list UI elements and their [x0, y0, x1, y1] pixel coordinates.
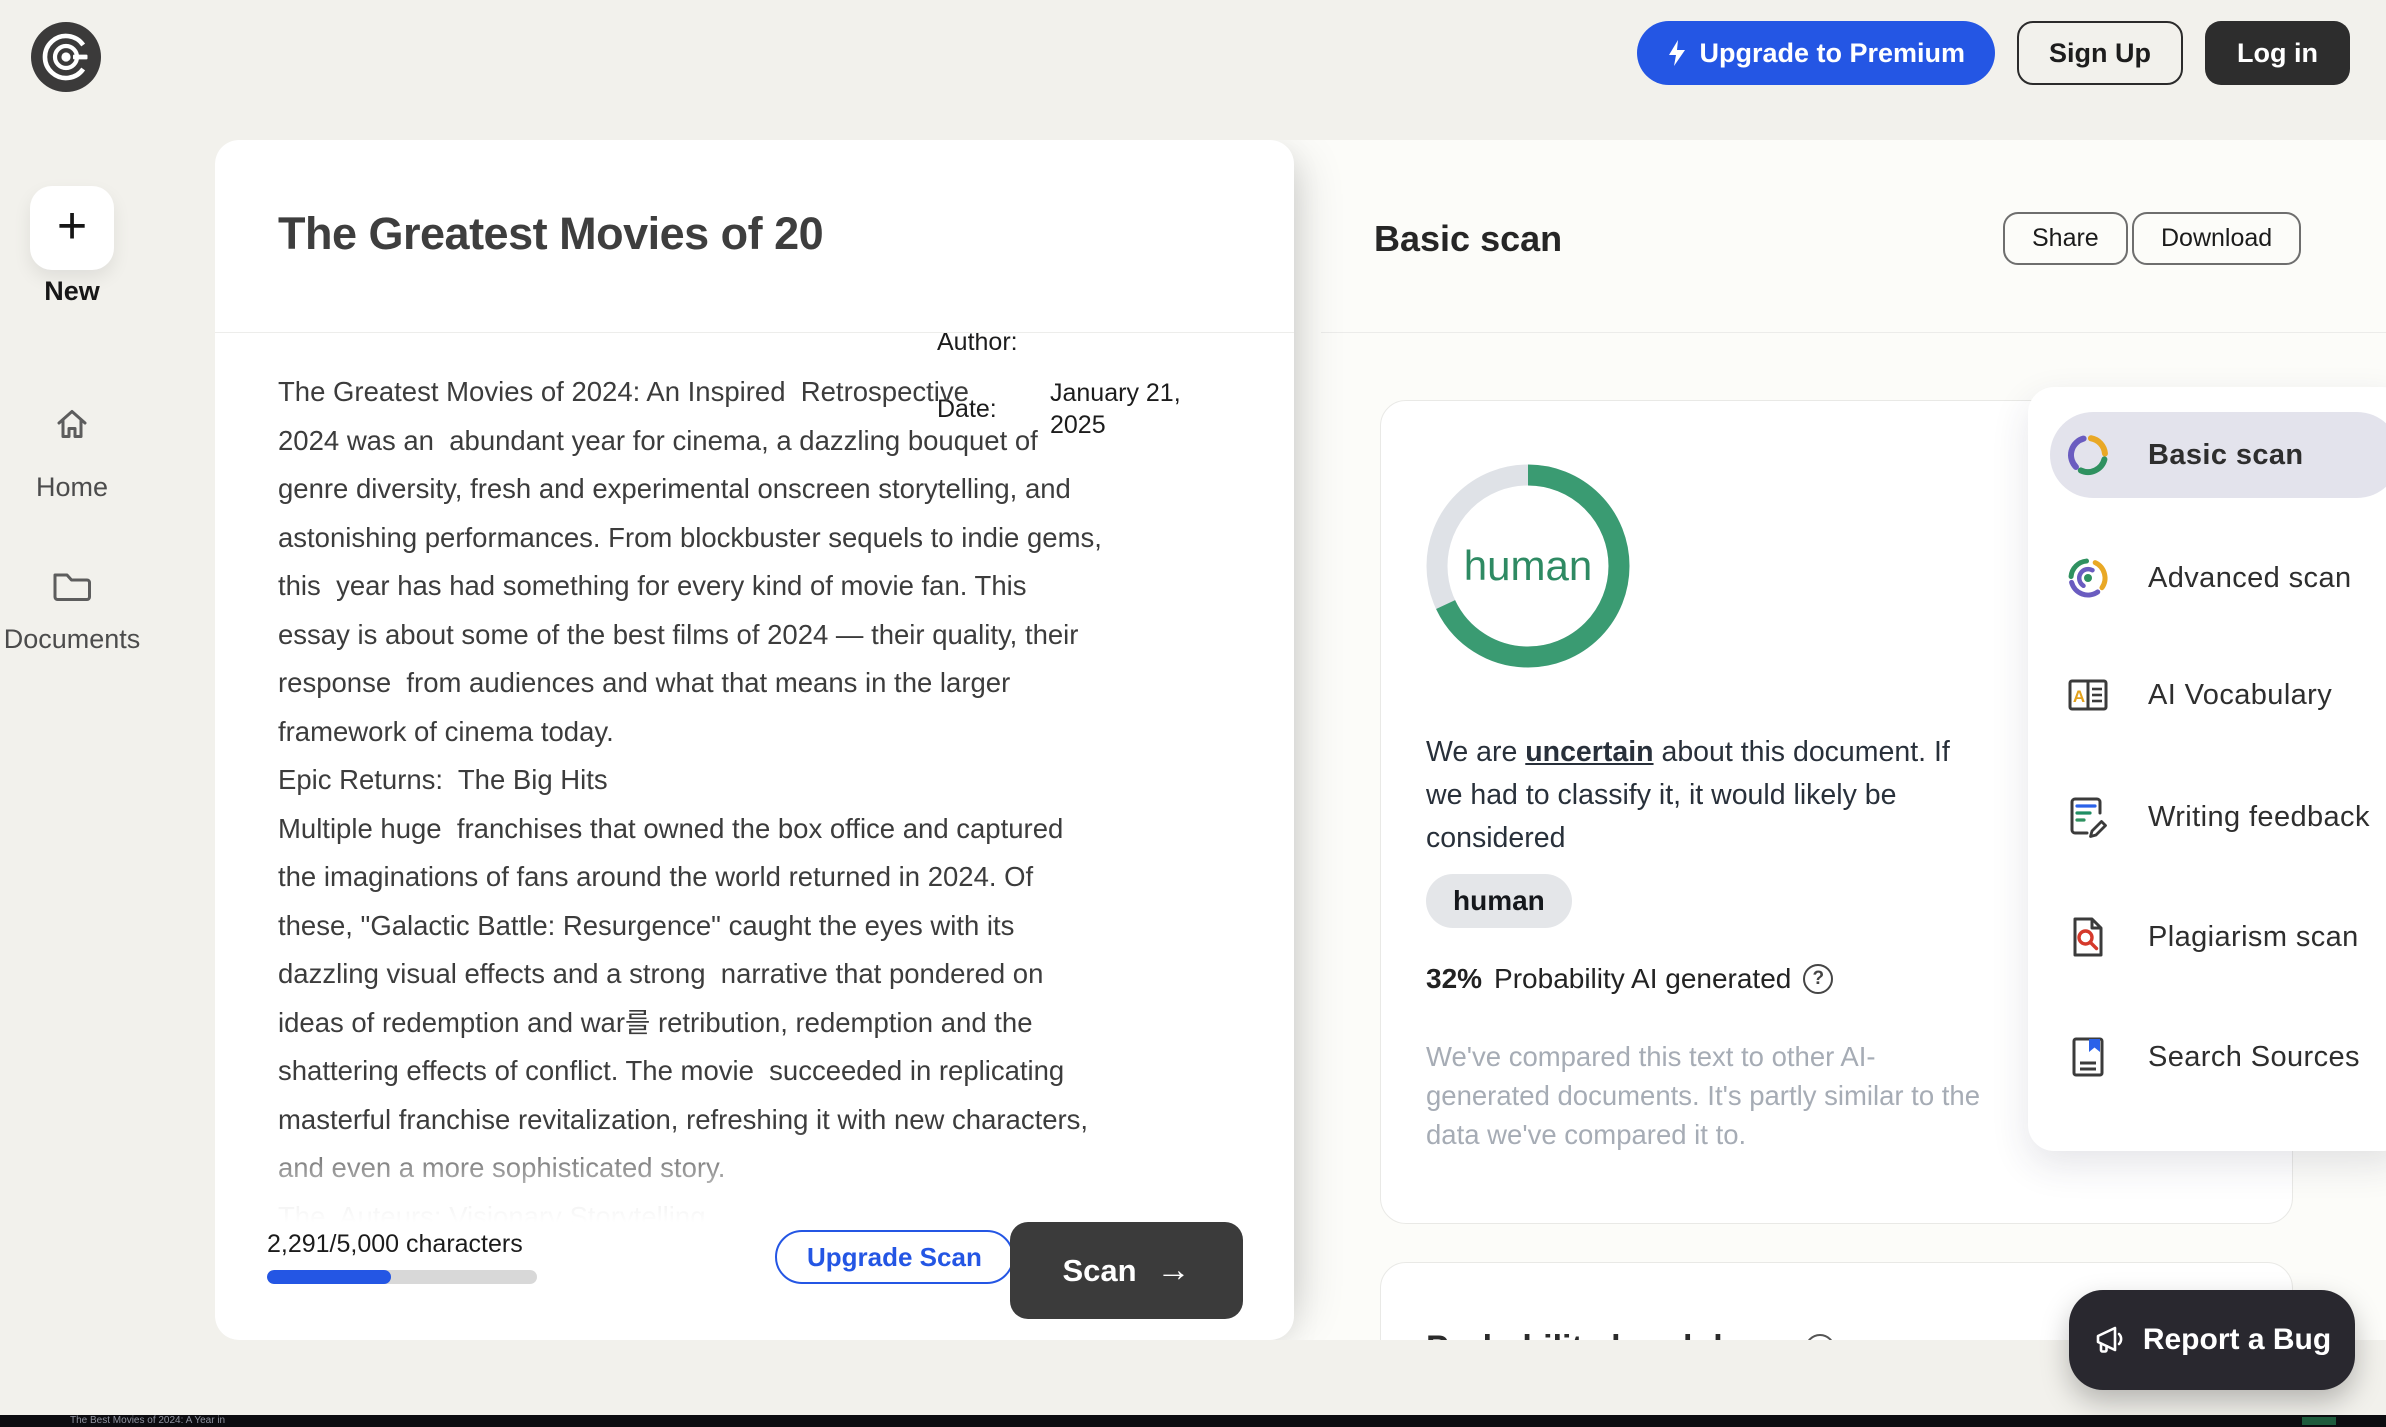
sidebar-item-home[interactable]: Home — [0, 402, 144, 503]
char-progress-fill — [267, 1270, 391, 1284]
menu-item-plagiarism-scan[interactable]: Plagiarism scan — [2050, 894, 2386, 980]
document-text-line: these, "Galactic Battle: Resurgence" cau… — [278, 902, 1243, 951]
log-in-button[interactable]: Log in — [2205, 21, 2350, 85]
share-button[interactable]: Share — [2003, 212, 2128, 265]
writing-feedback-icon — [2064, 793, 2112, 841]
verdict-keyword: uncertain — [1525, 736, 1653, 768]
comparison-note: We've compared this text to other AI- ge… — [1426, 1037, 1980, 1154]
menu-label-plagiarism-scan: Plagiarism scan — [2148, 921, 2359, 954]
document-text-line: shattering effects of conflict. The movi… — [278, 1047, 1243, 1096]
document-text-line: ideas of redemption and war를 retribution… — [278, 999, 1243, 1048]
ai-probability-line: 32% Probability AI generated ? — [1426, 963, 1833, 995]
document-text-line: genre diversity, fresh and experimental … — [278, 465, 1243, 514]
bottom-bar-accent — [2302, 1417, 2336, 1425]
gauge-center-label: human — [1426, 464, 1630, 668]
advanced-scan-icon — [2064, 554, 2112, 602]
download-button[interactable]: Download — [2132, 212, 2301, 265]
header-actions: Upgrade to Premium Sign Up Log in — [1637, 21, 2350, 85]
verdict-post: about this document. If — [1654, 736, 1950, 768]
menu-label-basic-scan: Basic scan — [2148, 439, 2304, 472]
menu-item-writing-feedback[interactable]: Writing feedback — [2050, 774, 2386, 860]
menu-label-writing-feedback: Writing feedback — [2148, 801, 2370, 834]
document-text-line: The Greatest Movies of 2024: An Inspired… — [278, 368, 1243, 417]
document-text-line: 2024 was an abundant year for cinema, a … — [278, 417, 1243, 466]
home-icon — [50, 402, 94, 446]
probability-breakdown-label: Probability breakdown — [1426, 1329, 1791, 1340]
document-title[interactable]: The Greatest Movies of 20 — [278, 208, 823, 260]
character-progress-bar — [267, 1270, 537, 1284]
document-text-line: masterful franchise revitalization, refr… — [278, 1096, 1243, 1145]
upgrade-scan-button[interactable]: Upgrade Scan — [775, 1230, 1014, 1284]
document-text-area[interactable]: The Greatest Movies of 2024: An Inspired… — [278, 368, 1243, 1222]
upgrade-premium-label: Upgrade to Premium — [1699, 38, 1965, 69]
new-button-label: New — [0, 276, 144, 307]
scan-panel-title: Basic scan — [1374, 218, 1562, 260]
report-bug-label: Report a Bug — [2143, 1323, 2331, 1357]
menu-item-advanced-scan[interactable]: Advanced scan — [2050, 535, 2386, 621]
document-card: The Greatest Movies of 20 Author: Date: … — [215, 140, 1294, 1340]
character-count: 2,291/5,000 characters — [267, 1230, 523, 1259]
scan-button-label: Scan — [1062, 1253, 1136, 1289]
plagiarism-scan-icon — [2064, 913, 2112, 961]
new-document-button[interactable]: + — [30, 186, 114, 270]
sidebar-documents-label: Documents — [4, 624, 141, 655]
note-line: generated documents. It's partly similar… — [1426, 1076, 1980, 1115]
classification-badge: human — [1426, 874, 1572, 928]
document-text-line: essay is about some of the best films of… — [278, 611, 1243, 660]
verdict-line3: considered — [1426, 817, 2001, 860]
main-content-area: Basic scan Share Download human We are u… — [215, 140, 2386, 1340]
panel-divider — [1321, 332, 2386, 333]
menu-item-basic-scan[interactable]: Basic scan — [2050, 412, 2386, 498]
scan-button[interactable]: Scan → — [1010, 1222, 1243, 1319]
gptzero-logo-icon — [31, 22, 101, 92]
verdict-text: We are uncertain about this document. If… — [1426, 731, 2001, 860]
ai-probability-label: Probability AI generated — [1494, 963, 1791, 995]
document-text-line: Epic Returns: The Big Hits — [278, 756, 1243, 805]
svg-text:A: A — [2073, 687, 2085, 706]
verdict-line2: we had to classify it, it would likely b… — [1426, 774, 2001, 817]
menu-item-search-sources[interactable]: Search Sources — [2050, 1014, 2386, 1100]
document-header-divider — [215, 332, 1294, 333]
help-icon[interactable]: ? — [1803, 964, 1833, 994]
lightning-icon — [1667, 39, 1687, 67]
document-text-line: and even a more sophisticated story. — [278, 1144, 1243, 1193]
verdict-pre: We are — [1426, 736, 1525, 768]
document-text-line: the imaginations of fans around the worl… — [278, 853, 1243, 902]
upgrade-premium-button[interactable]: Upgrade to Premium — [1637, 21, 1995, 85]
info-icon[interactable]: i — [1805, 1334, 1835, 1341]
document-text-line: astonishing performances. From blockbust… — [278, 514, 1243, 563]
search-sources-icon — [2064, 1033, 2112, 1081]
sidebar-item-documents[interactable]: Documents — [0, 564, 144, 655]
bottom-window-bar: The Best Movies of 2024: A Year in — [0, 1415, 2386, 1427]
note-line: We've compared this text to other AI- — [1426, 1037, 1980, 1076]
probability-breakdown-title: Probability breakdown i — [1426, 1329, 1835, 1340]
sign-up-button[interactable]: Sign Up — [2017, 21, 2183, 85]
menu-label-search-sources: Search Sources — [2148, 1041, 2360, 1074]
document-text-line: framework of cinema today. — [278, 708, 1243, 757]
scan-type-menu: Basic scan Advanced scan A AI Vocabulary — [2028, 387, 2386, 1151]
menu-item-ai-vocabulary[interactable]: A AI Vocabulary — [2050, 652, 2386, 738]
ai-probability-value: 32% — [1426, 963, 1482, 995]
note-line: data we've compared it to. — [1426, 1115, 1980, 1154]
document-text-line-faded: The Auteurs: Visionary Storytelling — [278, 1193, 1243, 1223]
document-text-line: this year has had something for every ki… — [278, 562, 1243, 611]
bottom-bar-text: The Best Movies of 2024: A Year in — [70, 1415, 225, 1426]
document-text-line: Multiple huge franchises that owned the … — [278, 805, 1243, 854]
document-text-line: response from audiences and what that me… — [278, 659, 1243, 708]
app-logo[interactable] — [31, 22, 101, 92]
sidebar-home-label: Home — [36, 472, 108, 503]
arrow-right-icon: → — [1157, 1251, 1191, 1290]
folder-icon — [49, 564, 95, 606]
classification-gauge: human — [1426, 464, 1630, 668]
report-bug-button[interactable]: Report a Bug — [2069, 1290, 2355, 1390]
ai-vocabulary-icon: A — [2064, 671, 2112, 719]
menu-label-ai-vocabulary: AI Vocabulary — [2148, 679, 2332, 712]
megaphone-icon — [2093, 1324, 2127, 1356]
menu-label-advanced-scan: Advanced scan — [2148, 562, 2352, 595]
plus-icon: + — [57, 200, 87, 252]
document-text-line: dazzling visual effects and a strong nar… — [278, 950, 1243, 999]
basic-scan-icon — [2064, 431, 2112, 479]
